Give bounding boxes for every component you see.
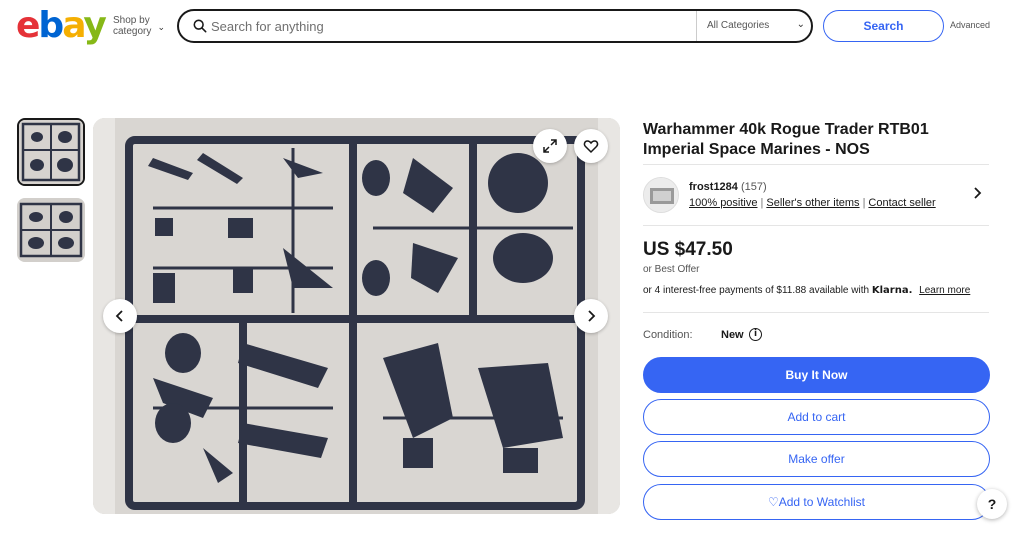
- chevron-down-icon: ⌄: [157, 22, 165, 32]
- divider: [643, 164, 989, 165]
- shop-by-category-label: Shop by category: [113, 15, 152, 37]
- gallery-thumbnail-2[interactable]: [17, 198, 85, 262]
- gallery-thumbnail-1[interactable]: [17, 118, 85, 186]
- condition-label: Condition:: [643, 329, 693, 341]
- seller-info: frost1284 (157): [689, 181, 767, 193]
- sprue-photo: [93, 118, 620, 514]
- heart-icon: [583, 140, 599, 154]
- klarna-logo: Klarna.: [871, 285, 913, 296]
- chevron-right-icon: [588, 310, 596, 322]
- seller-name-link[interactable]: frost1284: [689, 181, 738, 193]
- klarna-installments: or 4 interest-free payments of $11.88 av…: [643, 285, 970, 296]
- search-bar: All Categories ⌄: [177, 9, 813, 43]
- best-offer-text: or Best Offer: [643, 264, 700, 275]
- category-select[interactable]: All Categories ⌄: [696, 11, 813, 41]
- seller-avatar-image: [644, 178, 678, 212]
- contact-seller-link[interactable]: Contact seller: [868, 197, 935, 209]
- shop-by-category-button[interactable]: Shop by category ⌄: [113, 15, 165, 37]
- watch-heart-button[interactable]: [574, 129, 608, 163]
- expand-image-button[interactable]: [533, 129, 567, 163]
- divider: [643, 312, 989, 313]
- listing-title: Warhammer 40k Rogue Trader RTB01 Imperia…: [643, 121, 929, 158]
- search-button[interactable]: Search: [823, 10, 944, 42]
- divider: [643, 225, 989, 226]
- chevron-down-icon: ⌄: [796, 19, 805, 30]
- separator: |: [862, 197, 866, 209]
- seller-positive-link[interactable]: 100% positive: [689, 197, 758, 209]
- add-to-watchlist-label: Add to Watchlist: [778, 495, 866, 509]
- buy-it-now-button[interactable]: Buy It Now: [643, 357, 990, 393]
- next-image-button[interactable]: [574, 299, 608, 333]
- seller-chevron-right-icon[interactable]: [972, 186, 984, 203]
- seller-avatar[interactable]: [643, 177, 679, 213]
- condition-value: New: [721, 329, 744, 341]
- sprue-thumbnail-image: [17, 198, 85, 262]
- expand-icon: [543, 139, 557, 153]
- seller-links: 100% positive | Seller's other items | Conta…: [689, 197, 936, 209]
- search-icon: [193, 19, 207, 33]
- category-select-value: All Categories: [707, 20, 770, 31]
- item-price: US $47.50: [643, 239, 733, 260]
- advanced-search-link[interactable]: Advanced: [950, 20, 990, 30]
- logo-letter-e: e: [16, 5, 40, 46]
- search-input[interactable]: [211, 16, 681, 36]
- sprue-thumbnail-image: [19, 120, 83, 184]
- logo-letter-y: y: [83, 5, 107, 46]
- make-offer-button[interactable]: Make offer: [643, 441, 990, 477]
- ebay-logo[interactable]: ebay: [16, 5, 107, 46]
- info-icon[interactable]: i: [749, 328, 762, 341]
- help-button[interactable]: ?: [977, 489, 1007, 519]
- logo-letter-b: b: [38, 5, 64, 46]
- previous-image-button[interactable]: [103, 299, 137, 333]
- heart-icon: ♡: [767, 495, 779, 509]
- chevron-left-icon: [115, 310, 123, 322]
- add-to-watchlist-button[interactable]: ♡Add to Watchlist: [643, 484, 990, 520]
- main-product-image[interactable]: [93, 118, 620, 514]
- separator: |: [760, 197, 764, 209]
- learn-more-link[interactable]: Learn more: [919, 285, 970, 296]
- add-to-cart-button[interactable]: Add to cart: [643, 399, 990, 435]
- seller-feedback-count[interactable]: (157): [741, 181, 767, 193]
- logo-letter-a: a: [62, 5, 85, 46]
- installments-text: or 4 interest-free payments of $11.88 av…: [643, 285, 870, 296]
- seller-other-items-link[interactable]: Seller's other items: [766, 197, 859, 209]
